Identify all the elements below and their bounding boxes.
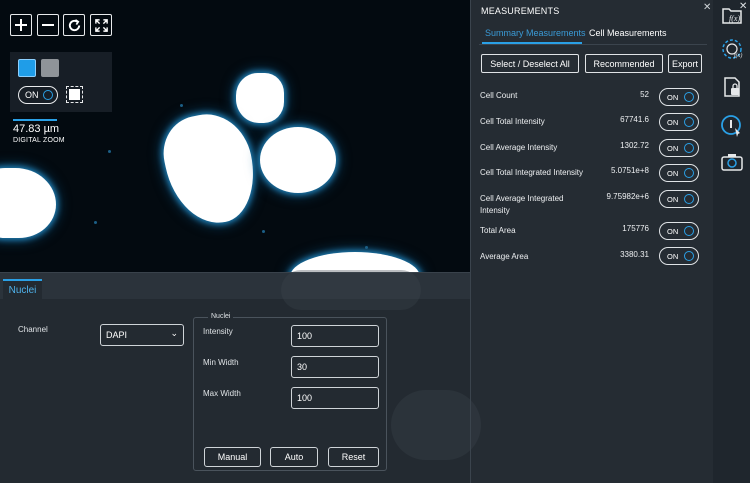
scale-bar — [13, 119, 57, 121]
row-label-cell-total-intensity: Cell Total Intensity — [480, 117, 545, 126]
scale-caption: DIGITAL ZOOM — [13, 137, 65, 144]
row-label-cell-count: Cell Count — [480, 91, 518, 100]
row-value-cell-count: 52 — [640, 90, 649, 99]
toggle-cell-total-integrated-intensity[interactable]: ON — [659, 164, 699, 182]
row-value-average-area: 3380.31 — [620, 250, 649, 259]
row-label-cell-average-intensity: Cell Average Intensity — [480, 143, 558, 152]
group-title: Nuclei — [208, 313, 234, 320]
channel-label: Channel — [18, 325, 48, 334]
zoom-in-icon[interactable] — [10, 14, 32, 36]
tab-nuclei[interactable]: Nuclei — [3, 279, 42, 300]
gray-channel-swatch[interactable] — [41, 59, 59, 77]
toggle-average-area[interactable]: ON — [659, 247, 699, 265]
max-width-label: Max Width — [203, 389, 241, 398]
scale-value: 47.83 µm — [13, 123, 60, 135]
tab-cell-measurements[interactable]: Cell Measurements — [589, 28, 667, 38]
measurements-title: MEASUREMENTS — [481, 6, 560, 16]
toggle-knob-icon — [43, 90, 53, 100]
max-width-field[interactable]: 100 — [291, 387, 379, 409]
row-label-cell-average-integrated-intensity: Cell Average Integrated Intensity — [480, 194, 564, 215]
fit-to-screen-icon[interactable] — [90, 14, 112, 36]
locked-document-icon[interactable] — [720, 75, 744, 99]
camera-icon[interactable] — [720, 150, 744, 174]
image-viewer[interactable]: ON 47.83 µm DIGITAL ZOOM — [0, 0, 470, 272]
zoom-out-icon[interactable] — [37, 14, 59, 36]
app-window: ON 47.83 µm DIGITAL ZOOM Nuclei Channel … — [0, 0, 750, 483]
row-value-cell-average-intensity: 1302.72 — [620, 141, 649, 150]
export-button[interactable]: Export — [668, 54, 702, 73]
reset-view-icon[interactable] — [63, 14, 85, 36]
row-value-cell-average-integrated-intensity: 9.75982e+6 — [606, 192, 650, 201]
nucleus — [156, 106, 264, 232]
nucleus — [260, 127, 336, 193]
tab-summary-measurements[interactable]: Summary Measurements — [485, 28, 586, 38]
row-label-cell-total-integrated-intensity: Cell Total Integrated Intensity — [480, 168, 584, 177]
selection-box-icon[interactable] — [66, 86, 83, 103]
toggle-knob-icon — [684, 92, 694, 102]
function-folder-icon[interactable]: f(x) — [720, 3, 744, 27]
svg-text:f(x): f(x) — [729, 14, 740, 23]
intensity-label: Intensity — [203, 327, 233, 336]
row-value-cell-total-integrated-intensity: 5.0751e+8 — [610, 166, 649, 175]
min-width-label: Min Width — [203, 358, 239, 367]
channel-controls: ON — [10, 52, 112, 112]
intensity-field[interactable]: 100 — [291, 325, 379, 347]
toggle-cell-count[interactable]: ON — [659, 88, 699, 106]
nucleus — [290, 252, 420, 272]
toggle-cell-average-integrated-intensity[interactable]: ON — [659, 190, 699, 208]
toggle-total-area[interactable]: ON — [659, 222, 699, 240]
recommended-button[interactable]: Recommended — [585, 54, 663, 73]
toggle-knob-icon — [684, 226, 694, 236]
channel-select-value: DAPI — [106, 330, 128, 340]
chevron-down-icon: ⌄ — [170, 328, 178, 338]
toggle-knob-icon — [684, 143, 694, 153]
nucleus — [236, 73, 284, 123]
manual-button[interactable]: Manual — [204, 447, 261, 467]
row-label-total-area: Total Area — [480, 226, 516, 235]
row-value-cell-total-intensity: 67741.6 — [620, 115, 649, 124]
nuclei-parameters-group: Nuclei Intensity 100 Min Width 30 Max Wi… — [193, 313, 387, 471]
toggle-knob-icon — [684, 194, 694, 204]
nucleus — [0, 168, 56, 238]
min-width-field[interactable]: 30 — [291, 356, 379, 378]
toggle-knob-icon — [684, 251, 694, 261]
channel-toggle-label: ON — [25, 90, 39, 100]
reset-button[interactable]: Reset — [328, 447, 379, 467]
info-cursor-icon[interactable] — [720, 114, 744, 138]
channel-toggle[interactable]: ON — [18, 86, 58, 104]
close-icon[interactable]: ✕ — [703, 2, 711, 13]
toggle-cell-average-intensity[interactable]: ON — [659, 139, 699, 157]
function-gear-icon[interactable]: f(x) — [720, 37, 744, 61]
blue-channel-swatch[interactable] — [18, 59, 36, 77]
svg-text:f(x): f(x) — [734, 52, 742, 59]
toggle-knob-icon — [684, 117, 694, 127]
toggle-knob-icon — [684, 168, 694, 178]
tool-rail: ✕ f(x) f(x) — [713, 0, 750, 483]
auto-button[interactable]: Auto — [270, 447, 318, 467]
select-deselect-all-button[interactable]: Select / Deselect All — [481, 54, 579, 73]
row-label-average-area: Average Area — [480, 252, 529, 261]
row-value-total-area: 175776 — [622, 224, 649, 233]
toggle-cell-total-intensity[interactable]: ON — [659, 113, 699, 131]
channel-select[interactable]: DAPI ⌄ — [100, 324, 184, 346]
measurements-panel: MEASUREMENTS ✕ Summary Measurements Cell… — [281, 0, 713, 483]
